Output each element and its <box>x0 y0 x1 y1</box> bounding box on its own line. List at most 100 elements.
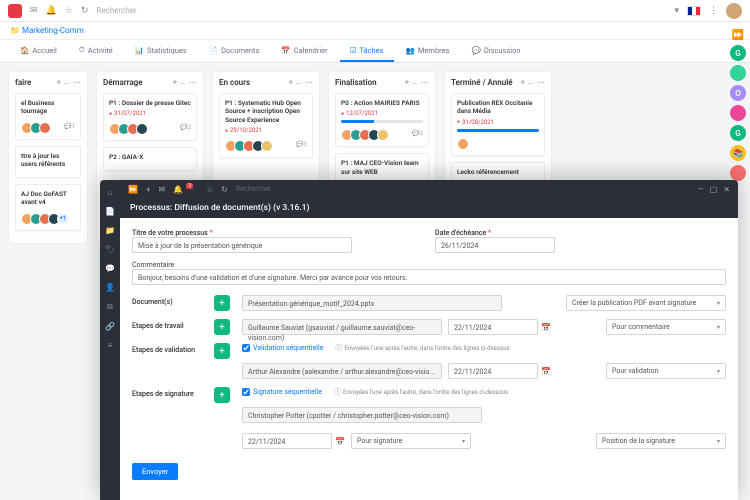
echeance-label: Date d'échéance <box>435 229 486 237</box>
tab-membres[interactable]: 👥Membres <box>396 40 460 62</box>
document-action-select[interactable]: Créer la publication PDF avant signature <box>566 295 726 311</box>
modal-search[interactable]: Rechercher <box>236 185 690 193</box>
breadcrumb-label: Marketing-Comm <box>22 26 84 35</box>
locale-flag-fr[interactable] <box>687 6 701 16</box>
column-actions[interactable]: + ← ⋯ <box>289 78 313 87</box>
kanban-card[interactable]: el Business tournage💬1 <box>15 93 81 140</box>
side-link-icon[interactable]: 🔗 <box>105 322 115 331</box>
submit-button[interactable]: Envoyer <box>132 463 178 480</box>
presence-dot[interactable]: 📚 <box>730 145 746 161</box>
signature-user-input[interactable]: Christopher Potter (cpotter / christophe… <box>242 407 482 423</box>
add-validation-button[interactable]: + <box>214 343 230 359</box>
side-tag-icon[interactable]: 🏷 <box>105 245 115 254</box>
mail-icon[interactable]: ✉ <box>30 6 38 16</box>
side-layers-icon[interactable]: ≡ <box>108 341 113 350</box>
modal-topbar: ⏩ + ✉ 🔔3 ☆ ↻ Rechercher — ▢ ✕ <box>120 180 738 198</box>
user-avatar[interactable] <box>726 3 742 19</box>
breadcrumb[interactable]: 📁 Marketing-Comm <box>0 22 750 40</box>
presence-dot[interactable]: G <box>730 45 746 61</box>
travail-label: Etapes de travail <box>132 319 202 330</box>
signature-position-select[interactable]: Position de la signature <box>596 433 726 449</box>
side-copy-icon[interactable]: ⧉ <box>107 302 113 312</box>
presence-dot[interactable] <box>730 165 746 181</box>
column-actions[interactable]: + ← ⋯ <box>57 78 81 87</box>
star-icon[interactable]: ☆ <box>65 6 73 16</box>
commentaire-input[interactable]: Bonjour, besoins d'une validation et d'u… <box>132 269 726 285</box>
plus-icon[interactable]: + <box>146 185 151 194</box>
travail-action-select[interactable]: Pour commentaire <box>606 319 726 335</box>
kanban-card[interactable]: Publication REX Occitanie dans Média31/0… <box>451 93 545 156</box>
travail-user-input[interactable]: Guillaume Sauviat (gsauviat / guillaume.… <box>242 319 442 335</box>
modal-body: Titre de votre processus * Mise à jour d… <box>120 218 738 500</box>
calendar-icon[interactable]: 📅 <box>335 437 345 446</box>
dropdown-icon[interactable]: ▾ <box>674 6 679 16</box>
calendar-icon[interactable]: 📅 <box>541 323 551 332</box>
space-tabs: 🏠Accueil⏱Activité📊Statistiques📄Documents… <box>0 40 750 63</box>
presence-dot[interactable]: O <box>730 85 746 101</box>
kanban-card[interactable]: P1 : Systematic Hub Open Source + inscri… <box>219 93 313 158</box>
presence-dot[interactable] <box>730 65 746 81</box>
maximize-icon[interactable]: ▢ <box>710 185 718 194</box>
side-folder-icon[interactable]: 📁 <box>105 226 115 235</box>
fast-forward-icon[interactable]: ⏩ <box>732 30 744 41</box>
tab-tâches[interactable]: ☑Tâches <box>340 40 394 62</box>
tab-activité[interactable]: ⏱Activité <box>69 40 123 62</box>
column-actions[interactable]: + ← ⋯ <box>405 78 429 87</box>
titre-label: Titre de votre processus <box>132 229 208 237</box>
add-document-button[interactable]: + <box>214 295 230 311</box>
kanban-card[interactable]: P2 : GAIA-X <box>103 147 197 170</box>
travail-date-input[interactable]: 22/11/2024 <box>448 319 538 335</box>
side-chat-icon[interactable]: 💬 <box>105 264 115 273</box>
titre-input[interactable]: Mise à jour de la présentation générique <box>132 237 352 253</box>
validation-action-select[interactable]: Pour validation <box>606 363 726 379</box>
kanban-card[interactable]: P1 : Dossier de presse Gitec31/07/2021💬2 <box>103 93 197 141</box>
column-actions[interactable]: + ← ⋯ <box>521 78 545 87</box>
document-chip[interactable]: Présentation générique_motif_2024.pptx <box>242 295 502 311</box>
signature-label: Etapes de signature <box>132 387 202 398</box>
signature-action-select[interactable]: Pour signature <box>351 433 471 449</box>
side-user-icon[interactable]: 👤 <box>105 283 115 292</box>
tab-discussion[interactable]: 💬Discussion <box>461 40 530 62</box>
kanban-card[interactable]: AJ Doc GoFAST avant v4+1 <box>15 184 81 231</box>
calendar-icon[interactable]: 📅 <box>541 367 551 376</box>
ff-icon[interactable]: ⏩ <box>128 185 138 194</box>
close-icon[interactable]: ✕ <box>723 185 730 194</box>
modal-title: Processus: Diffusion de document(s) (v 3… <box>120 198 738 218</box>
signature-seq-checkbox[interactable]: Signature séquentielle <box>242 388 322 396</box>
menu-icon[interactable]: ⋮ <box>709 6 718 16</box>
column-actions[interactable]: + ← ⋯ <box>173 78 197 87</box>
bell-icon[interactable]: 🔔 <box>173 185 183 194</box>
global-search[interactable]: Rechercher <box>96 6 666 15</box>
app-topbar: ✉ 🔔 ☆ ↻ Rechercher ▾ ⋮ <box>0 0 750 22</box>
mail-icon[interactable]: ✉ <box>159 185 166 194</box>
presence-dot[interactable] <box>730 105 746 121</box>
validation-date-input[interactable]: 22/11/2024 <box>448 363 538 379</box>
validation-seq-checkbox[interactable]: Validation séquentielle <box>242 344 323 352</box>
modal-sidebar: ⌂ 📄 📁 🏷 💬 👤 ⧉ 🔗 ≡ <box>100 180 120 500</box>
minimize-icon[interactable]: — <box>697 185 703 194</box>
notif-badge: 3 <box>186 183 193 189</box>
side-home-icon[interactable]: ⌂ <box>108 188 113 197</box>
kanban-column: faire+ ← ⋯el Business tournage💬1ttre à j… <box>8 71 88 244</box>
kanban-card[interactable]: ttre à jour les users référents <box>15 146 81 178</box>
app-logo[interactable] <box>8 4 22 18</box>
signature-date-input[interactable]: 22/11/2024 <box>242 433 332 449</box>
validation-user-input[interactable]: Arthur Alexandre (aalexandre / arthur.al… <box>242 363 442 379</box>
presence-dot[interactable]: G <box>730 125 746 141</box>
signature-hint: Envoyées l'une après l'autre, dans l'ord… <box>334 387 508 397</box>
tab-statistiques[interactable]: 📊Statistiques <box>125 40 197 62</box>
tab-documents[interactable]: 📄Documents <box>199 40 270 62</box>
bell-icon[interactable]: 🔔 <box>46 6 57 16</box>
add-signature-button[interactable]: + <box>214 387 230 403</box>
validation-hint: Envoyées l'une après l'autre, dans l'ord… <box>335 343 509 353</box>
star-icon[interactable]: ☆ <box>206 185 213 194</box>
echeance-input[interactable]: 26/11/2024 <box>435 237 555 253</box>
presence-rail: ⏩ G O G 📚 <box>730 30 746 181</box>
tab-accueil[interactable]: 🏠Accueil <box>10 40 67 62</box>
side-doc-icon[interactable]: 📄 <box>105 207 115 216</box>
history-icon[interactable]: ↻ <box>81 6 89 16</box>
kanban-card[interactable]: P0 : Action MAIRIES PARIS12/07/2021💬2 <box>335 93 429 147</box>
reload-icon[interactable]: ↻ <box>221 185 228 194</box>
add-travail-button[interactable]: + <box>214 319 230 335</box>
tab-calendrier[interactable]: 📅Calendrier <box>271 40 337 62</box>
